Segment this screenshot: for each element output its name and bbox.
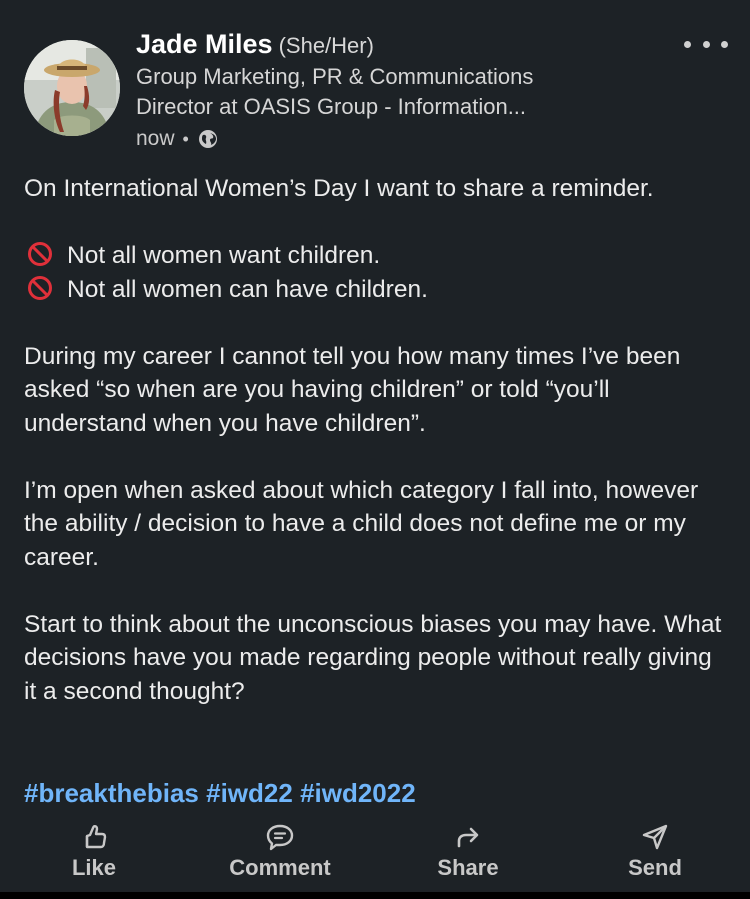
bullet-text: Not all women want children. <box>67 242 381 269</box>
hashtags: #breakthebias #iwd22 #iwd2022 <box>24 776 416 810</box>
avatar-image <box>24 40 120 136</box>
like-label: Like <box>71 855 117 880</box>
bullet-line: Not all women want children. <box>24 239 730 273</box>
send-icon <box>642 824 668 850</box>
post-header: Jade Miles (She/Her) Group Marketing, PR … <box>0 0 750 160</box>
post-paragraph: During my career I cannot tell you how m… <box>24 342 681 437</box>
post-bullets: Not all women want children. Not all wom… <box>24 239 730 306</box>
like-button[interactable]: Like <box>14 818 174 890</box>
comment-button[interactable]: Comment <box>200 818 360 890</box>
send-button[interactable]: Send <box>575 818 735 890</box>
more-dot-icon <box>721 40 728 48</box>
author-info: Jade Miles (She/Her) Group Marketing, PR … <box>136 26 656 154</box>
author-headline-line2: Director at OASIS Group - Information... <box>136 94 527 119</box>
comment-label: Comment <box>229 855 331 880</box>
hashtag-link[interactable]: #iwd22 <box>206 778 293 808</box>
author-name[interactable]: Jade Miles <box>136 29 273 59</box>
globe-icon <box>197 128 219 150</box>
like-icon <box>85 825 107 849</box>
post-time: now <box>136 127 175 150</box>
post-paragraph: Start to think about the unconscious bia… <box>24 610 722 705</box>
post-paragraph: On International Women’s Day I want to s… <box>24 175 654 202</box>
author-name-line: Jade Miles (She/Her) <box>136 26 656 62</box>
avatar[interactable] <box>24 40 120 136</box>
prohibited-icon <box>28 275 52 300</box>
author-pronouns: (She/Her) <box>278 33 374 58</box>
share-label: Share <box>437 855 499 880</box>
share-icon <box>457 827 479 848</box>
more-options-button[interactable] <box>684 34 728 54</box>
post-action-bar: Like Comment Share Send <box>0 818 750 890</box>
post-meta: now • <box>136 124 656 154</box>
bullet-text: Not all women can have children. <box>67 275 428 303</box>
send-label: Send <box>628 855 682 880</box>
share-button[interactable]: Share <box>388 818 548 890</box>
hashtag-link[interactable]: #iwd2022 <box>300 778 416 808</box>
meta-separator: • <box>182 129 189 149</box>
post-paragraph: I’m open when asked about which category… <box>24 476 699 571</box>
bullet-line: Not all women can have children. <box>24 273 730 307</box>
author-headline-line1: Group Marketing, PR & Communications <box>136 64 534 89</box>
more-dot-icon <box>684 40 691 48</box>
bottom-edge <box>0 892 750 899</box>
prohibited-icon <box>28 242 52 266</box>
post-body: On International Women’s Day I want to s… <box>24 172 730 708</box>
comment-icon <box>266 824 294 851</box>
hashtag-link[interactable]: #breakthebias <box>24 778 199 808</box>
more-dot-icon <box>702 40 710 48</box>
linkedin-post: Jade Miles (She/Her) Group Marketing, PR … <box>0 0 750 899</box>
